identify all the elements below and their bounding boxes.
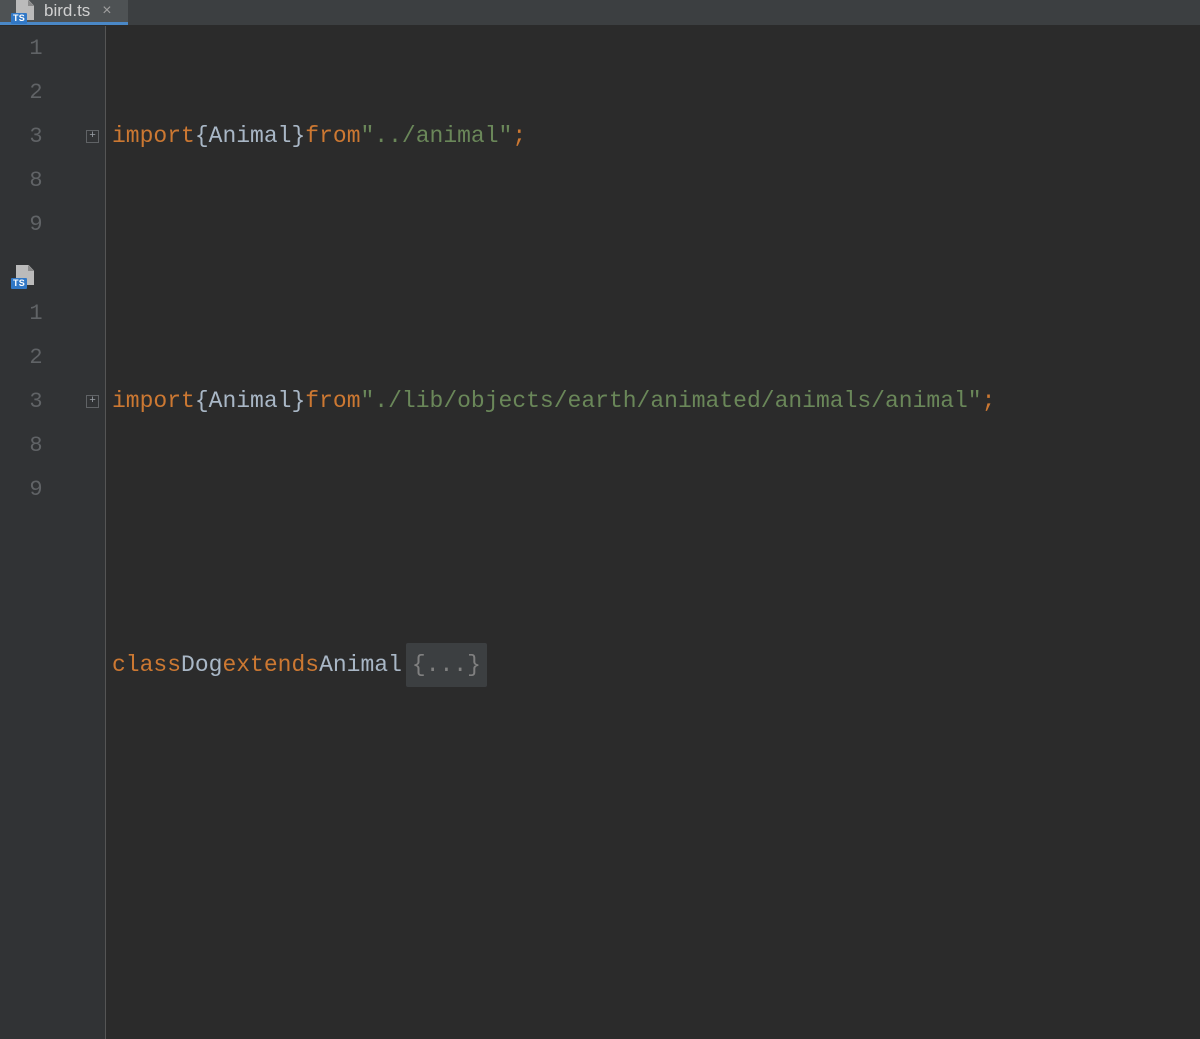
tab-bar: TS bird.ts × [0, 0, 1200, 26]
line-number: 9 [0, 202, 80, 246]
code-line[interactable]: class Dog extends Animal {...} [112, 643, 1200, 687]
line-number: 1 [0, 291, 80, 335]
line-number: 9 [0, 467, 80, 511]
line-number: 8 [0, 423, 80, 467]
editor-pane-bottom: TS dog.ts × 1 2 3 8 9 + import {Animal} … [0, 265, 1200, 569]
fold-gutter: + [80, 291, 106, 1039]
code-line[interactable] [112, 907, 1200, 951]
code-line[interactable] [112, 246, 1200, 290]
line-number: 8 [0, 158, 80, 202]
fold-expand-icon[interactable]: + [86, 130, 99, 143]
ts-file-icon: TS [12, 265, 34, 287]
code-area[interactable]: import {Animal} from "./lib/objects/eart… [106, 291, 1200, 1039]
tab-bird-ts[interactable]: TS bird.ts × [0, 0, 128, 25]
folded-region[interactable]: {...} [406, 643, 487, 687]
ts-file-icon: TS [12, 0, 34, 22]
line-number: 1 [0, 26, 80, 70]
line-number: 3 [0, 114, 80, 158]
line-number: 2 [0, 70, 80, 114]
tab-label: bird.ts [44, 1, 90, 21]
editor-pane-top: TS bird.ts × 1 2 3 8 9 + import {Animal}… [0, 0, 1200, 265]
line-number: 3 [0, 379, 80, 423]
code-line[interactable]: import {Animal} from "../animal"; [112, 114, 1200, 158]
code-line[interactable]: import {Animal} from "./lib/objects/eart… [112, 379, 1200, 423]
code-line[interactable] [112, 775, 1200, 819]
line-number: 2 [0, 335, 80, 379]
code-line[interactable] [112, 511, 1200, 555]
fold-expand-icon[interactable]: + [86, 395, 99, 408]
line-number-gutter: 1 2 3 8 9 [0, 291, 80, 1039]
close-icon[interactable]: × [100, 1, 113, 21]
code-editor[interactable]: 1 2 3 8 9 + import {Animal} from "./lib/… [0, 291, 1200, 1039]
